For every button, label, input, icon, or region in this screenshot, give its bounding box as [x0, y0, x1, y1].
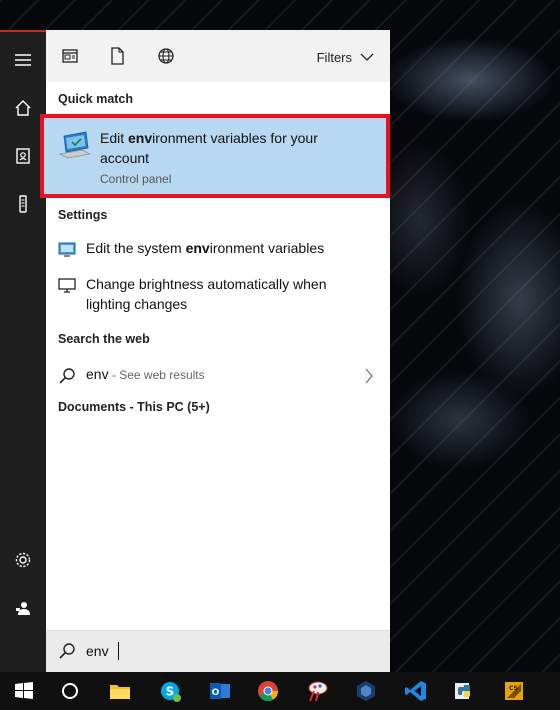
- monitor-icon: [58, 278, 76, 294]
- settings-result-label: Edit the system environment variables: [86, 240, 325, 256]
- search-web-heading: Search the web: [58, 332, 150, 346]
- search-icon: [58, 367, 76, 385]
- chevron-right-icon: [365, 368, 373, 384]
- web-filter-icon[interactable]: [155, 45, 177, 67]
- settings-result-brightness[interactable]: Change brightness automatically when lig…: [46, 274, 390, 318]
- python-icon[interactable]: [440, 672, 488, 710]
- paint-tool-icon[interactable]: [294, 672, 342, 710]
- settings-heading: Settings: [58, 208, 108, 222]
- quick-match-title: Edit environment variables for your acco…: [100, 130, 318, 166]
- outlook-icon[interactable]: O: [196, 672, 244, 710]
- settings-result-label: Change brightness automatically when lig…: [86, 276, 327, 312]
- chevron-down-icon: [360, 53, 374, 61]
- quick-match-heading: Quick match: [58, 92, 134, 106]
- filters-dropdown[interactable]: Filters: [317, 47, 374, 67]
- settings-result-system-env[interactable]: Edit the system environment variables: [46, 238, 390, 264]
- taskbar: S O CS: [0, 672, 560, 710]
- vscode-icon[interactable]: [392, 672, 440, 710]
- windows-start-icon[interactable]: [0, 672, 48, 710]
- filters-label: Filters: [316, 49, 352, 65]
- search-input[interactable]: [86, 640, 376, 662]
- chrome-icon[interactable]: [244, 672, 292, 710]
- cortana-icon[interactable]: [46, 672, 94, 710]
- quick-match-result[interactable]: Edit environment variables for your acco…: [40, 114, 390, 198]
- svg-text:S: S: [166, 685, 175, 699]
- web-search-query: env - See web results: [86, 366, 205, 382]
- app-icon[interactable]: CS: [490, 672, 538, 710]
- skype-icon[interactable]: S: [146, 672, 194, 710]
- search-results: Quick match Edit environment variables f…: [40, 82, 390, 630]
- web-search-result[interactable]: env - See web results: [46, 358, 390, 394]
- search-panel: Filters Quick match Edit environment var…: [40, 30, 390, 672]
- text-caret: [118, 642, 119, 660]
- search-box[interactable]: [46, 630, 390, 672]
- feedback-icon[interactable]: [0, 586, 46, 630]
- virtualbox-icon[interactable]: [342, 672, 390, 710]
- control-panel-icon: [58, 130, 92, 160]
- svg-text:CS: CS: [509, 685, 518, 692]
- search-icon: [58, 642, 76, 660]
- settings-icon[interactable]: [0, 538, 46, 582]
- svg-text:O: O: [212, 688, 220, 698]
- filter-toolbar: Filters: [46, 30, 390, 83]
- monitor-settings-icon: [58, 242, 76, 258]
- documents-heading[interactable]: Documents - This PC (5+): [58, 400, 210, 414]
- hamburger-icon[interactable]: [0, 38, 46, 82]
- quick-match-subtitle: Control panel: [100, 172, 172, 186]
- apps-filter-icon[interactable]: [59, 45, 81, 67]
- web-search-hint: - See web results: [108, 368, 205, 382]
- documents-filter-icon[interactable]: [106, 45, 128, 67]
- file-explorer-icon[interactable]: [96, 672, 144, 710]
